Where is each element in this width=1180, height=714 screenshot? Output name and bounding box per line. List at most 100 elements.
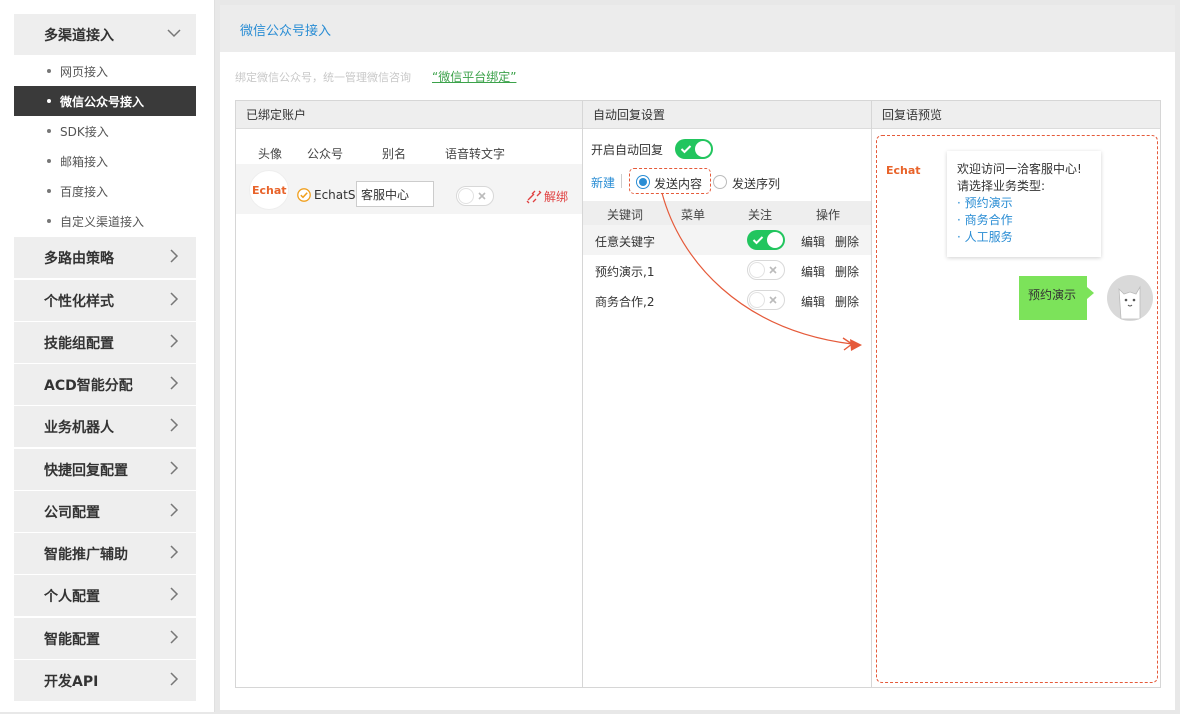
- menu-group-acd[interactable]: ACD智能分配: [14, 364, 196, 405]
- follow-toggle[interactable]: [747, 260, 785, 280]
- new-button[interactable]: 新建: [591, 174, 615, 191]
- column-header: 别名: [382, 147, 407, 161]
- radio-send-sequence[interactable]: [713, 175, 727, 189]
- alias-input[interactable]: [356, 181, 434, 207]
- menu-group-label: 快捷回复配置: [44, 462, 128, 479]
- menu-group-company[interactable]: 公司配置: [14, 491, 196, 532]
- table-row: Echat EchatSoft 解绑: [236, 164, 582, 214]
- sub-item-custom[interactable]: 自定义渠道接入: [14, 206, 196, 236]
- toggle-knob: [458, 188, 474, 204]
- option-link[interactable]: · 人工服务: [957, 229, 1091, 246]
- column-header: 关键词: [607, 208, 644, 222]
- sub-item-wechat[interactable]: 微信公众号接入: [14, 86, 196, 116]
- account-avatar: Echat: [249, 170, 289, 210]
- edit-button[interactable]: 编辑: [801, 293, 825, 310]
- option-link[interactable]: · 预约演示: [957, 195, 1091, 212]
- menu-group-label: 个性化样式: [44, 293, 114, 310]
- delete-button[interactable]: 删除: [835, 233, 859, 250]
- toggle-knob: [749, 292, 765, 308]
- account-name: EchatSoft: [314, 188, 356, 202]
- follow-toggle[interactable]: [747, 290, 785, 310]
- checked-icon[interactable]: [297, 188, 311, 202]
- svg-text:Echat: Echat: [252, 184, 287, 197]
- svg-text:Echat: Echat: [886, 164, 921, 177]
- cat-avatar-icon: [1118, 285, 1141, 320]
- bubble-tail: [1087, 287, 1094, 299]
- page-title: 微信公众号接入: [240, 24, 332, 39]
- voice-to-text-toggle[interactable]: [456, 186, 494, 206]
- sub-item-label: 微信公众号接入: [60, 94, 145, 109]
- delete-button[interactable]: 删除: [835, 263, 859, 280]
- chevron-right-icon: [166, 291, 182, 307]
- broken-link-icon: [526, 190, 542, 203]
- delete-button[interactable]: 删除: [835, 293, 859, 310]
- column-header: 公众号: [307, 147, 344, 161]
- check-icon: [679, 142, 693, 156]
- option-link[interactable]: · 商务合作: [957, 212, 1091, 229]
- keyword-cell: 预约演示,1: [595, 265, 655, 279]
- bullet-icon: [47, 129, 51, 133]
- page-header: 微信公众号接入: [220, 5, 1175, 52]
- echat-logo-icon: Echat: [252, 184, 287, 197]
- menu-group-api[interactable]: 开发API: [14, 660, 196, 701]
- menu-group-label: 开发API: [44, 673, 99, 690]
- chevron-right-icon: [166, 629, 182, 645]
- menu-group-smart[interactable]: 智能配置: [14, 618, 196, 659]
- column-header: 语音转文字: [445, 147, 506, 161]
- sub-item-sdk[interactable]: SDK接入: [14, 116, 196, 146]
- menu-group-label: ACD智能分配: [44, 377, 133, 394]
- menu-group-label: 技能组配置: [44, 335, 114, 352]
- menu-group-skill[interactable]: 技能组配置: [14, 322, 196, 363]
- sub-item-label: SDK接入: [60, 124, 109, 139]
- menu-group-routing[interactable]: 多路由策略: [14, 237, 196, 278]
- menu-group-promotion[interactable]: 智能推广辅助: [14, 533, 196, 574]
- follow-toggle[interactable]: [747, 230, 785, 250]
- menu-group-personal[interactable]: 个人配置: [14, 575, 196, 616]
- sub-item-web[interactable]: 网页接入: [14, 56, 196, 86]
- panel-title: 自动回复设置: [583, 101, 871, 129]
- chevron-right-icon: [166, 671, 182, 687]
- sub-item-label: 邮箱接入: [60, 154, 109, 169]
- menu-group-label: 业务机器人: [44, 419, 114, 436]
- chevron-right-icon: [166, 417, 182, 433]
- menu-group-label: 智能配置: [44, 631, 100, 648]
- edit-button[interactable]: 编辑: [801, 233, 825, 250]
- x-icon: [766, 263, 780, 277]
- menu-group-label: 个人配置: [44, 588, 100, 605]
- menu-group-style[interactable]: 个性化样式: [14, 280, 196, 321]
- check-icon: [751, 233, 765, 247]
- menu-group-label: 多渠道接入: [44, 27, 114, 44]
- radio-send-content[interactable]: [636, 175, 650, 189]
- edit-button[interactable]: 编辑: [801, 263, 825, 280]
- bullet-icon: [47, 69, 51, 73]
- menu-group-multichannel[interactable]: 多渠道接入: [14, 14, 196, 55]
- keyword-table-header: 关键词 菜单 关注 操作: [583, 201, 871, 225]
- divider: [621, 174, 622, 188]
- radio-label: 发送内容: [654, 177, 703, 191]
- wechat-bind-link[interactable]: “微信平台绑定”: [432, 68, 516, 85]
- column-header: 菜单: [681, 208, 706, 222]
- chevron-right-icon: [166, 586, 182, 602]
- chevron-right-icon: [166, 333, 182, 349]
- panel-title: 已绑定账户: [236, 101, 582, 129]
- menu-group-robot[interactable]: 业务机器人: [14, 406, 196, 447]
- unbind-button[interactable]: 解绑: [526, 188, 568, 205]
- auto-reply-toggle[interactable]: [675, 139, 713, 159]
- table-row: 商务合作,2 编辑 删除: [583, 285, 871, 315]
- menu-group-label: 智能推广辅助: [44, 546, 128, 563]
- sub-item-email[interactable]: 邮箱接入: [14, 146, 196, 176]
- chevron-right-icon: [166, 544, 182, 560]
- column-header: 操作: [816, 208, 841, 222]
- sub-item-label: 网页接入: [60, 64, 109, 79]
- greeting-line: 请选择业务类型:: [957, 179, 1046, 193]
- panels-container: 已绑定账户 头像 公众号 别名 语音转文字 Echat EchatSoft: [235, 100, 1161, 688]
- bullet-icon: [47, 189, 51, 193]
- user-avatar: [1107, 275, 1153, 321]
- chevron-right-icon: [166, 502, 182, 518]
- sub-item-baidu[interactable]: 百度接入: [14, 176, 196, 206]
- chevron-down-icon: [166, 25, 182, 41]
- column-header: 头像: [258, 147, 283, 161]
- menu-group-quick-reply[interactable]: 快捷回复配置: [14, 449, 196, 490]
- auto-reply-panel: 自动回复设置 开启自动回复 新建 发送内容 发送序列 关键词 菜单 关注 操作 …: [583, 101, 872, 687]
- preview-box: Echat 欢迎访问一洽客服中心! 请选择业务类型: · 预约演示 · 商务合作…: [876, 135, 1158, 683]
